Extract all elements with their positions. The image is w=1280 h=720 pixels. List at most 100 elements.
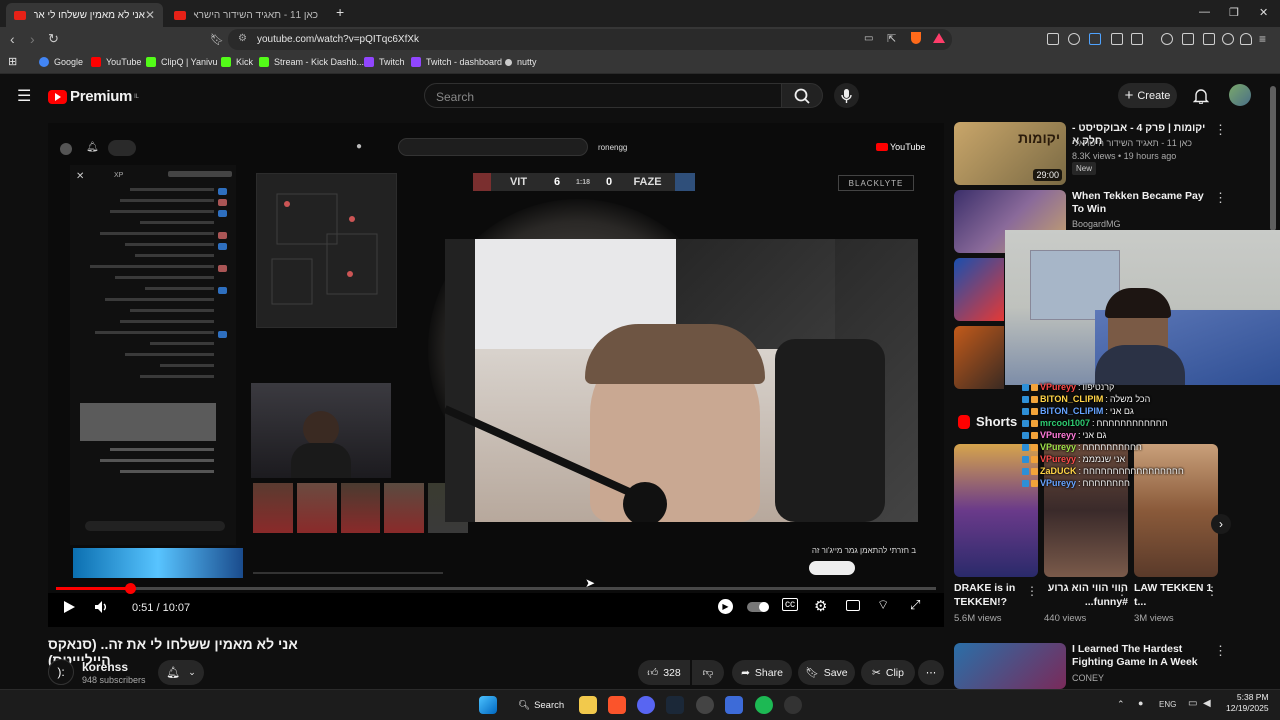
taskbar-search-button[interactable]: 🔍︎ Search (510, 694, 564, 716)
create-button[interactable]: + Create (1118, 83, 1177, 108)
tab-inactive[interactable]: כאן 11 - תאגיד השידור הישראלי - YouTube (166, 3, 326, 27)
site-info-icon[interactable]: ⚙ (238, 33, 247, 44)
shorts-next-arrow-icon[interactable]: › (1211, 514, 1231, 534)
start-button-icon[interactable] (479, 696, 497, 714)
search-input[interactable]: Search (424, 83, 782, 108)
more-options-icon[interactable]: ⋮ (1116, 584, 1128, 598)
clip-button[interactable]: ✂ Clip (861, 660, 915, 685)
back-icon[interactable]: ‹ (10, 31, 15, 47)
channel-name[interactable]: korenss (82, 660, 128, 674)
bookmark-google[interactable]: Google (39, 57, 83, 67)
extension-icon[interactable] (1131, 33, 1143, 45)
extension-icon[interactable] (1047, 33, 1059, 45)
close-tab-icon[interactable]: ✕ (145, 8, 155, 22)
subtitles-icon[interactable]: cc (782, 598, 798, 611)
app-icon[interactable] (696, 696, 714, 714)
video-frame[interactable]: 🔔︎ ● ronengg YouTube ✕ XP VIT 6 1:18 0 F… (48, 123, 944, 593)
close-window-icon[interactable]: ✕ (1259, 6, 1268, 19)
voice-search-button[interactable] (834, 83, 859, 108)
brave-rewards-icon[interactable] (933, 33, 945, 43)
bookmark-twitch[interactable]: Twitch (364, 57, 405, 67)
extension-icon[interactable] (1111, 33, 1123, 45)
bookmark-youtube[interactable]: YouTube (91, 57, 141, 67)
bookmark-kick-dashboard[interactable]: Stream - Kick Dashb... (259, 57, 364, 67)
account-avatar[interactable] (1229, 84, 1251, 106)
save-button[interactable]: 🔖︎ Save (798, 660, 855, 685)
extension-icon[interactable] (1068, 33, 1080, 45)
channel-name[interactable]: BoogardMG (1072, 219, 1121, 229)
more-actions-button[interactable]: ⋯ (918, 660, 944, 685)
page-scrollbar[interactable] (1270, 86, 1276, 231)
reload-icon[interactable]: ↻ (48, 31, 59, 47)
search-button[interactable] (781, 83, 823, 108)
microphone-icon[interactable]: ● (1138, 698, 1143, 708)
new-tab-icon[interactable]: + (336, 4, 344, 20)
settings-gear-icon[interactable]: ⚙ (814, 597, 827, 615)
bookmark-kick[interactable]: Kick (221, 57, 253, 67)
notifications-bell-icon[interactable] (1193, 87, 1209, 104)
bookmark-clipq[interactable]: ClipQ | Yanivu (146, 57, 218, 67)
network-icon[interactable]: ▭ (1188, 698, 1197, 709)
volume-icon[interactable] (94, 600, 110, 614)
play-icon[interactable] (62, 600, 76, 614)
video-thumbnail[interactable] (954, 258, 1004, 321)
fullscreen-icon[interactable]: ⤢ (910, 597, 920, 613)
dislike-button[interactable]: 👎︎ (692, 660, 724, 685)
app-icon[interactable] (784, 696, 802, 714)
cast-icon[interactable]: ▭ (864, 33, 873, 44)
more-options-icon[interactable]: ⋮ (1214, 190, 1227, 206)
cast-icon[interactable]: ⌔ (877, 597, 889, 613)
video-player[interactable]: 🔔︎ ● ronengg YouTube ✕ XP VIT 6 1:18 0 F… (48, 123, 944, 627)
forward-icon[interactable]: › (30, 31, 35, 47)
chapters-icon[interactable]: ▶ (718, 599, 733, 614)
channel-name[interactable]: כאן 11 - תאגיד השידור הישראלי (1072, 138, 1192, 148)
show-hidden-icons-icon[interactable]: ⌃ (1117, 699, 1125, 710)
maximize-icon[interactable]: ❐ (1229, 6, 1239, 19)
progress-bar[interactable] (56, 583, 936, 594)
share-button[interactable]: ➦ Share (732, 660, 792, 685)
sidebar-icon[interactable] (1182, 33, 1194, 45)
language-indicator[interactable]: ENG (1159, 700, 1176, 709)
bookmark-page-icon[interactable]: 🔖︎ (210, 33, 224, 46)
brave-shield-icon[interactable] (911, 32, 921, 44)
url-text[interactable]: youtube.com/watch?v=pQITqc6XfXk (257, 34, 419, 45)
channel-name[interactable]: CONEY (1072, 673, 1104, 683)
more-options-icon[interactable]: ⋮ (1026, 584, 1038, 598)
video-thumbnail[interactable] (954, 643, 1066, 689)
bookmark-nutty[interactable]: nutty (505, 57, 537, 67)
file-explorer-icon[interactable] (579, 696, 597, 714)
video-thumbnail[interactable]: יקומות 29:00 (954, 122, 1066, 185)
recommendation-item[interactable]: יקומות 29:00 יקומות | פרק 4 - אבוקסיסט -… (954, 122, 1234, 188)
more-options-icon[interactable]: ⋮ (1214, 643, 1227, 659)
more-options-icon[interactable]: ⋮ (1206, 584, 1218, 598)
tab-active[interactable]: אני לא מאמין ששלחו לי את זה... ✕ (6, 3, 163, 27)
miniplayer-icon[interactable] (846, 600, 860, 611)
subscription-bell-button[interactable]: 🔔︎ ⌄ (158, 660, 204, 685)
menu-icon[interactable]: ≡ (1259, 32, 1266, 46)
video-thumbnail[interactable] (954, 326, 1004, 389)
speaker-icon[interactable]: ◀ (1203, 698, 1211, 709)
vpn-icon[interactable] (1240, 33, 1252, 45)
like-button[interactable]: 👍︎ 328 (638, 660, 690, 685)
minimize-icon[interactable]: — (1199, 6, 1210, 18)
brave-browser-icon[interactable] (608, 696, 626, 714)
autoplay-toggle[interactable] (747, 602, 769, 612)
video-title[interactable]: When Tekken Became Pay To Win (1072, 190, 1212, 216)
share-page-icon[interactable]: ⇱ (887, 32, 896, 45)
url-box[interactable]: ⚙ youtube.com/watch?v=pQITqc6XfXk ▭ ⇱ (228, 29, 952, 50)
apps-grid-icon[interactable]: ⊞ (8, 55, 17, 68)
channel-avatar[interactable]: ): (48, 659, 74, 685)
video-title[interactable]: I Learned The Hardest Fighting Game In A… (1072, 643, 1212, 669)
spotify-icon[interactable] (755, 696, 773, 714)
leo-ai-icon[interactable] (1222, 33, 1234, 45)
youtube-premium-logo[interactable]: Premium IL (48, 88, 139, 105)
extension-icon[interactable] (1089, 33, 1101, 45)
hamburger-menu-icon[interactable]: ☰ (17, 86, 31, 106)
app-icon[interactable] (725, 696, 743, 714)
progress-scrubber[interactable] (124, 583, 136, 594)
more-options-icon[interactable]: ⋮ (1214, 122, 1227, 138)
bookmark-twitch-dashboard[interactable]: Twitch - dashboard (411, 57, 502, 67)
wallet-icon[interactable] (1203, 33, 1215, 45)
recommendation-item[interactable]: I Learned The Hardest Fighting Game In A… (954, 643, 1234, 693)
discord-icon[interactable] (637, 696, 655, 714)
